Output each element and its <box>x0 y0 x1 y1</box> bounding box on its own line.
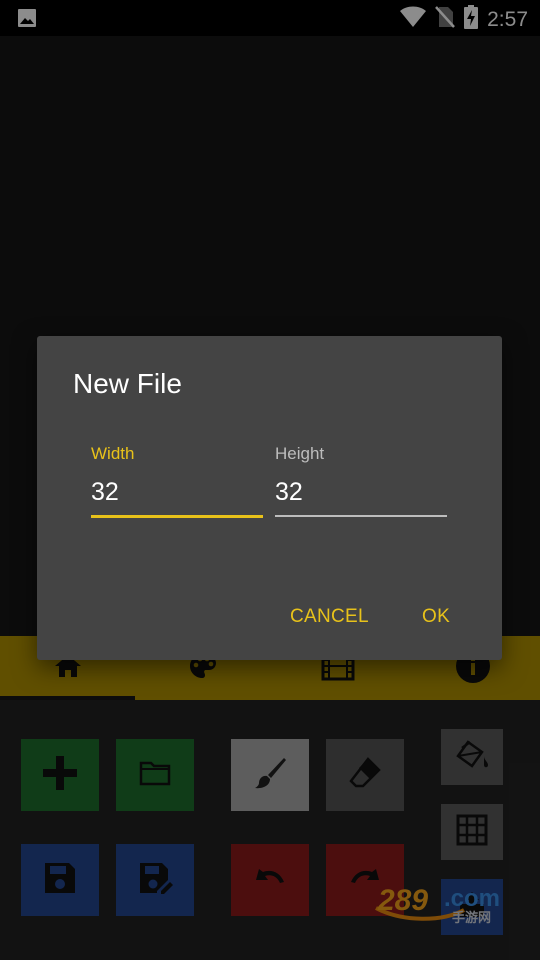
height-input[interactable] <box>275 478 447 515</box>
dialog-title: New File <box>73 368 182 399</box>
new-file-dialog: New File Width Height CANCEL OK <box>37 336 502 660</box>
height-field: Height <box>275 444 447 517</box>
ok-button[interactable]: OK <box>422 606 450 628</box>
width-underline <box>91 515 263 518</box>
cancel-button[interactable]: CANCEL <box>290 606 369 628</box>
width-field: Width <box>91 444 263 518</box>
width-label: Width <box>91 444 135 463</box>
height-underline <box>275 515 447 517</box>
width-input[interactable] <box>91 478 263 515</box>
height-label: Height <box>275 444 325 463</box>
app-screen: 2:57 289 .com 手游网 New File Width 32 Heig… <box>0 0 540 960</box>
